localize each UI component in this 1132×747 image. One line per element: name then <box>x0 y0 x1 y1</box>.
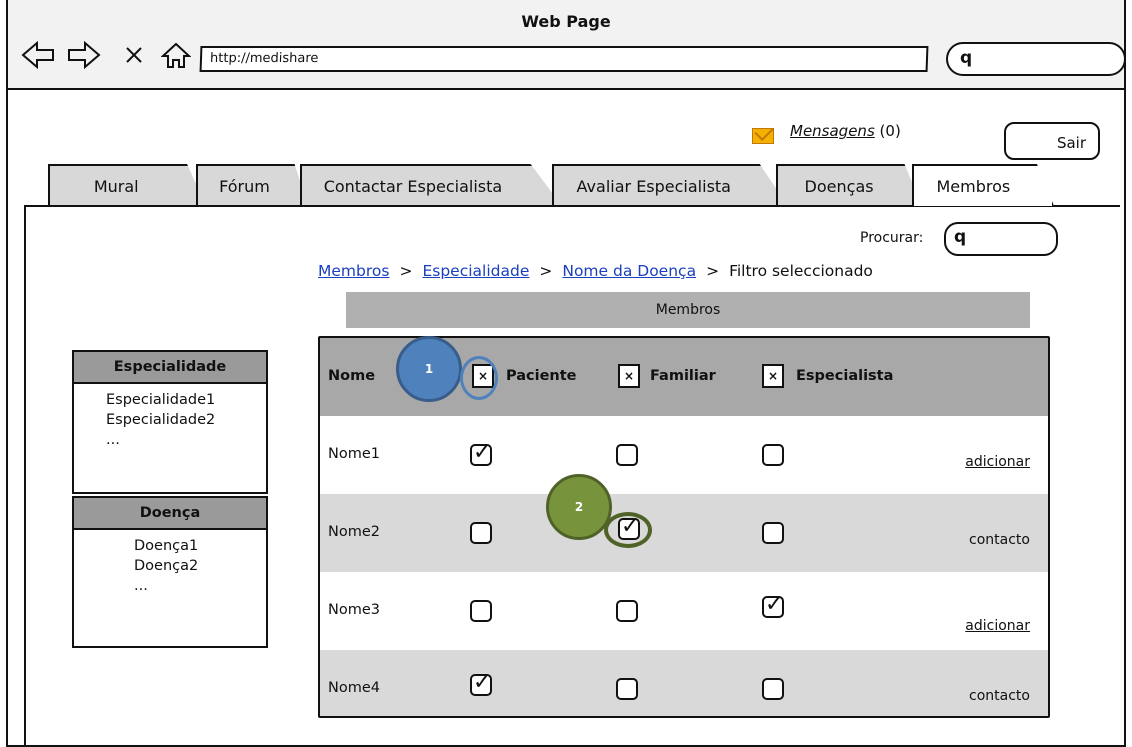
family-checkbox[interactable] <box>616 600 638 622</box>
annotation-badge-1: 1 <box>396 336 462 402</box>
messages-indicator: Mensagens (0) <box>790 122 901 140</box>
patient-checkbox[interactable] <box>470 670 492 696</box>
specialty-item[interactable]: Especialidade1 <box>106 390 266 410</box>
table-row: Nome1 adicionar <box>320 416 1048 494</box>
envelope-icon <box>752 128 774 144</box>
annotation-ring-2 <box>604 512 652 548</box>
annotation-badge-2: 2 <box>546 474 612 540</box>
tab-avaliar-especialista[interactable]: Avaliar Especialista <box>552 164 788 206</box>
table-row: Nome4 contacto <box>320 650 1048 716</box>
specialty-filter-title: Especialidade <box>74 352 266 384</box>
disease-item[interactable]: Doença2 <box>134 556 266 576</box>
patient-checkbox[interactable] <box>470 600 492 622</box>
member-name: Nome2 <box>328 524 380 540</box>
breadcrumb-especialidade[interactable]: Especialidade <box>422 262 529 280</box>
table-row: Nome3 adicionar <box>320 572 1048 650</box>
contact-member-link[interactable]: contacto <box>969 532 1030 548</box>
family-checkbox[interactable] <box>616 678 638 700</box>
breadcrumb-current: Filtro seleccionado <box>729 262 873 280</box>
specialist-checkbox[interactable] <box>762 592 784 618</box>
breadcrumb-membros[interactable]: Membros <box>318 262 389 280</box>
search-label: Procurar: <box>860 230 924 246</box>
disease-filter-title: Doença <box>74 498 266 530</box>
disease-item[interactable]: Doença1 <box>134 536 266 556</box>
breadcrumb-separator: > <box>539 262 553 280</box>
breadcrumb: Membros > Especialidade > Nome da Doença > Fil… <box>318 262 873 280</box>
table-row: Nome2 contacto <box>320 494 1048 572</box>
tab-membros[interactable]: Membros <box>912 164 1054 206</box>
breadcrumb-nome-da-doenca[interactable]: Nome da Doença <box>562 262 696 280</box>
specialist-checkbox[interactable] <box>762 678 784 700</box>
column-header-patient: Paciente <box>506 368 577 384</box>
tab-mural[interactable]: Mural <box>48 164 206 206</box>
family-checkbox[interactable] <box>616 444 638 466</box>
breadcrumb-separator: > <box>706 262 720 280</box>
tab-label: Membros <box>936 176 1011 196</box>
tab-label: Contactar Especialista <box>323 176 503 196</box>
disease-filter-box: Doença Doença1 Doença2 ... <box>72 496 268 648</box>
contact-member-link[interactable]: contacto <box>969 688 1030 704</box>
messages-link[interactable]: Mensagens <box>790 122 875 140</box>
specialist-checkbox[interactable] <box>762 522 784 544</box>
disease-item[interactable]: ... <box>134 576 266 596</box>
tab-contactar-especialista[interactable]: Contactar Especialista <box>300 164 562 206</box>
tab-label: Fórum <box>219 176 270 196</box>
add-member-link[interactable]: adicionar <box>965 454 1030 470</box>
specialty-item[interactable]: ... <box>106 430 266 450</box>
search-icon: q <box>954 227 967 247</box>
section-title: Membros <box>346 292 1030 328</box>
member-name: Nome3 <box>328 602 380 618</box>
filter-specialist-checkbox[interactable]: × <box>762 364 784 388</box>
tab-label: Mural <box>93 176 139 196</box>
column-header-name: Nome <box>328 368 376 384</box>
specialty-item[interactable]: Especialidade2 <box>106 410 266 430</box>
member-name: Nome4 <box>328 680 380 696</box>
column-header-family: Familiar <box>650 368 716 384</box>
tab-doencas[interactable]: Doenças <box>776 164 922 206</box>
tab-label: Avaliar Especialista <box>576 176 731 196</box>
patient-checkbox[interactable] <box>470 522 492 544</box>
annotation-ring-1 <box>460 356 498 400</box>
tab-label: Doenças <box>804 176 874 196</box>
add-member-link[interactable]: adicionar <box>965 618 1030 634</box>
breadcrumb-separator: > <box>399 262 413 280</box>
column-header-specialist: Especialista <box>796 368 894 384</box>
tab-forum[interactable]: Fórum <box>196 164 308 206</box>
member-search-input[interactable]: q <box>944 222 1058 256</box>
filter-family-checkbox[interactable]: × <box>618 364 640 388</box>
patient-checkbox[interactable] <box>470 440 492 466</box>
member-name: Nome1 <box>328 446 380 462</box>
specialty-filter-box: Especialidade Especialidade1 Especialida… <box>72 350 268 494</box>
logout-button[interactable]: Sair <box>1004 122 1100 160</box>
specialist-checkbox[interactable] <box>762 444 784 466</box>
messages-count: (0) <box>879 122 901 140</box>
